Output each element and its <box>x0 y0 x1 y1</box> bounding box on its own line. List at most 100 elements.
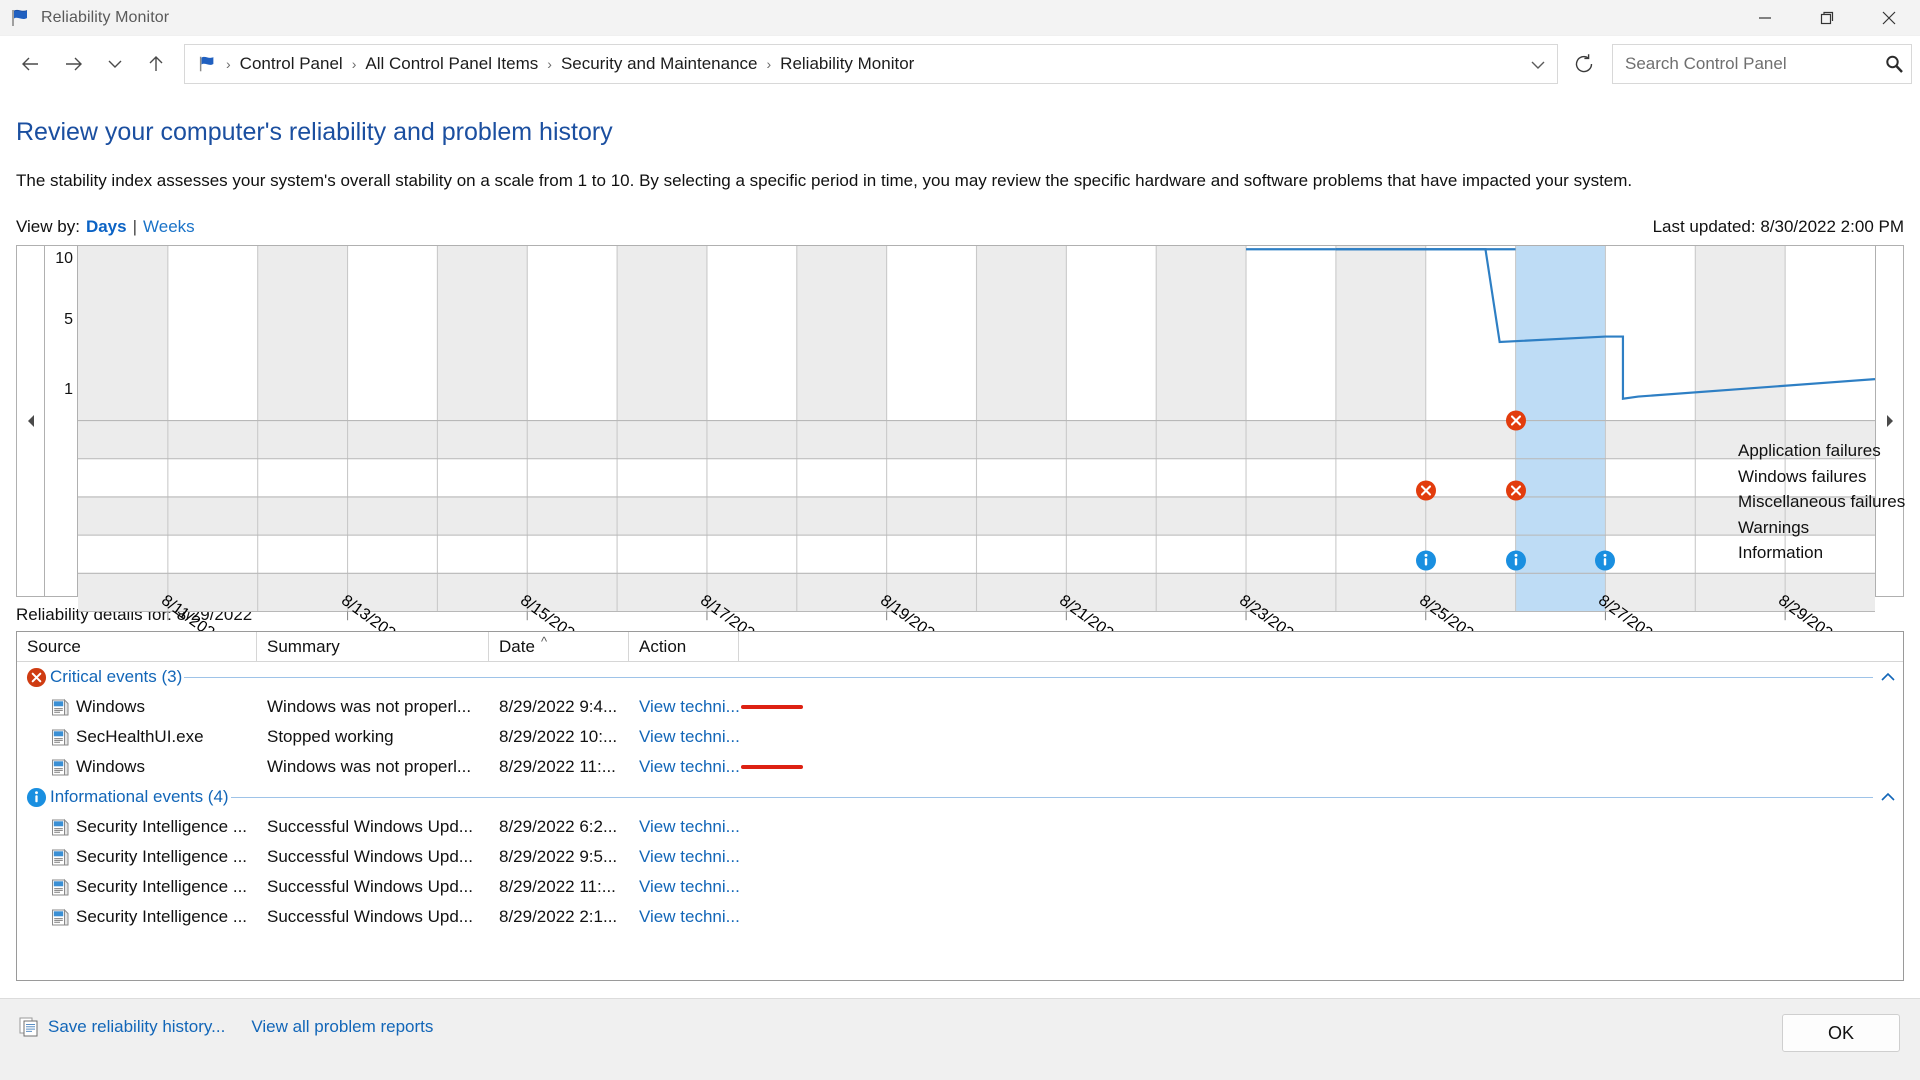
table-row[interactable]: Security Intelligence ... Successful Win… <box>17 812 1903 842</box>
column-header-summary[interactable]: Summary <box>257 632 489 662</box>
cell-action[interactable]: View techni... <box>629 817 739 837</box>
breadcrumb-item-control-panel[interactable]: Control Panel <box>236 54 347 74</box>
cell-source: Security Intelligence ... <box>17 817 257 837</box>
cell-summary: Windows was not properl... <box>267 757 472 776</box>
cell-summary: Successful Windows Upd... <box>267 877 473 896</box>
table-row[interactable]: Windows Windows was not properl... 8/29/… <box>17 752 1903 782</box>
maximize-restore-button[interactable] <box>1796 0 1858 36</box>
cell-date: 8/29/2022 9:5... <box>499 847 618 866</box>
ok-button[interactable]: OK <box>1782 1014 1900 1052</box>
view-technical-details-link[interactable]: View techni... <box>639 847 739 867</box>
cell-source-text: Security Intelligence ... <box>76 847 248 866</box>
details-table[interactable]: Source Summary Date ^ Action Critical ev… <box>16 631 1904 981</box>
view-technical-details-link[interactable]: View techni... <box>639 757 739 777</box>
cell-summary: Windows was not properl... <box>267 697 472 716</box>
table-row[interactable]: SecHealthUI.exe Stopped working 8/29/202… <box>17 722 1903 752</box>
back-icon[interactable] <box>8 42 52 86</box>
recent-locations-chevron-down-icon[interactable] <box>96 42 134 86</box>
cell-source: Windows <box>17 697 257 717</box>
breadcrumb-separator-3: › <box>766 56 772 72</box>
column-header-date-label: Date <box>499 636 535 656</box>
chart-plot-area[interactable]: 8/11/2022 8/13/2022 8/15/2022 8/17/2022 … <box>78 246 1875 648</box>
cell-source-text: Security Intelligence ... <box>76 907 248 926</box>
breadcrumb-item-reliability-monitor[interactable]: Reliability Monitor <box>776 54 918 74</box>
breadcrumb-item-security-and-maintenance[interactable]: Security and Maintenance <box>557 54 762 74</box>
minimize-button[interactable] <box>1734 0 1796 36</box>
table-row[interactable]: Security Intelligence ... Successful Win… <box>17 872 1903 902</box>
breadcrumb-chevron-down-icon[interactable] <box>1519 54 1557 74</box>
up-icon[interactable] <box>134 42 178 86</box>
table-row[interactable]: Windows Windows was not properl... 8/29/… <box>17 692 1903 722</box>
search-icon[interactable] <box>1877 53 1911 75</box>
cell-redaction <box>739 705 1903 709</box>
forward-icon[interactable] <box>52 42 96 86</box>
column-header-blank[interactable] <box>739 632 1903 662</box>
view-technical-details-link[interactable]: View techni... <box>639 727 739 747</box>
view-by-days-link[interactable]: Days <box>86 217 127 237</box>
cell-summary: Successful Windows Upd... <box>267 817 473 836</box>
table-header-row: Source Summary Date ^ Action <box>17 632 1903 662</box>
legend-item-miscellaneous-failures: Miscellaneous failures <box>1738 492 1906 511</box>
view-technical-details-link[interactable]: View techni... <box>639 907 739 927</box>
refresh-icon[interactable] <box>1562 42 1606 86</box>
column-header-date[interactable]: Date ^ <box>489 632 629 662</box>
y-tick-5: 5 <box>64 311 73 328</box>
legend-item-windows-failures: Windows failures <box>1738 466 1867 486</box>
view-technical-details-link[interactable]: View techni... <box>639 877 739 897</box>
chevron-up-icon[interactable] <box>1873 671 1903 683</box>
view-by-separator: | <box>132 217 138 236</box>
legend-item-information: Information <box>1738 543 1824 562</box>
cell-action[interactable]: View techni... <box>629 907 739 927</box>
info-icon[interactable] <box>1415 550 1437 577</box>
critical-icon[interactable] <box>1505 480 1527 507</box>
view-technical-details-link[interactable]: View techni... <box>639 697 739 717</box>
info-icon <box>26 787 47 808</box>
cell-source-text: Security Intelligence ... <box>76 817 248 836</box>
search-input[interactable] <box>1613 54 1877 74</box>
cell-action[interactable]: View techni... <box>629 877 739 897</box>
cell-date: 8/29/2022 6:2... <box>499 817 618 836</box>
table-row[interactable]: Security Intelligence ... Successful Win… <box>17 902 1903 932</box>
critical-icon <box>26 667 47 688</box>
group-label: Critical events (3) <box>50 667 183 686</box>
view-all-problem-reports-link[interactable]: View all problem reports <box>251 1017 433 1037</box>
close-button[interactable] <box>1858 0 1920 36</box>
cell-source: Security Intelligence ... <box>17 877 257 897</box>
save-reliability-history-link[interactable]: Save reliability history... <box>48 1017 225 1037</box>
critical-icon[interactable] <box>1505 410 1527 437</box>
footer-links: Save reliability history... View all pro… <box>0 999 1920 1055</box>
column-header-action[interactable]: Action <box>629 632 739 662</box>
info-icon[interactable] <box>1505 550 1527 577</box>
critical-icon[interactable] <box>1415 480 1437 507</box>
group-header-informational-events[interactable]: Informational events (4) <box>17 782 1903 812</box>
search-box[interactable] <box>1612 44 1912 84</box>
chart-y-axis: 10 5 1 <box>45 246 78 596</box>
chart-scroll-left-button[interactable] <box>17 246 45 596</box>
cell-summary: Stopped working <box>267 727 394 746</box>
info-icon[interactable] <box>1594 550 1616 577</box>
cell-action[interactable]: View techni... <box>629 727 739 747</box>
cell-action[interactable]: View techni... <box>629 757 739 777</box>
cell-source-text: Windows <box>76 757 145 776</box>
cell-date: 8/29/2022 2:1... <box>499 907 618 926</box>
chevron-up-icon[interactable] <box>1873 791 1903 803</box>
view-by-weeks-link[interactable]: Weeks <box>143 217 195 237</box>
cell-source: Security Intelligence ... <box>17 907 257 927</box>
reliability-chart[interactable]: 10 5 1 8/11/2022 8/13/2022 8/15/2022 8/1… <box>16 245 1904 648</box>
view-by-row: View by: Days | Weeks Last updated: 8/30… <box>16 217 1904 237</box>
cell-redaction <box>739 765 1903 769</box>
breadcrumb[interactable]: › Control Panel › All Control Panel Item… <box>184 44 1558 84</box>
table-row[interactable]: Security Intelligence ... Successful Win… <box>17 842 1903 872</box>
group-rule <box>230 796 1873 798</box>
view-by-label: View by: <box>16 217 80 236</box>
cell-action[interactable]: View techni... <box>629 847 739 867</box>
legend-item-application-failures: Application failures <box>1738 441 1881 460</box>
column-header-source[interactable]: Source <box>17 632 257 662</box>
view-technical-details-link[interactable]: View techni... <box>639 817 739 837</box>
event-document-icon <box>51 698 70 717</box>
y-tick-1: 1 <box>64 381 73 398</box>
group-header-critical-events[interactable]: Critical events (3) <box>17 662 1903 692</box>
breadcrumb-item-all-control-panel-items[interactable]: All Control Panel Items <box>361 54 542 74</box>
cell-date: 8/29/2022 9:4... <box>499 697 618 716</box>
cell-action[interactable]: View techni... <box>629 697 739 717</box>
